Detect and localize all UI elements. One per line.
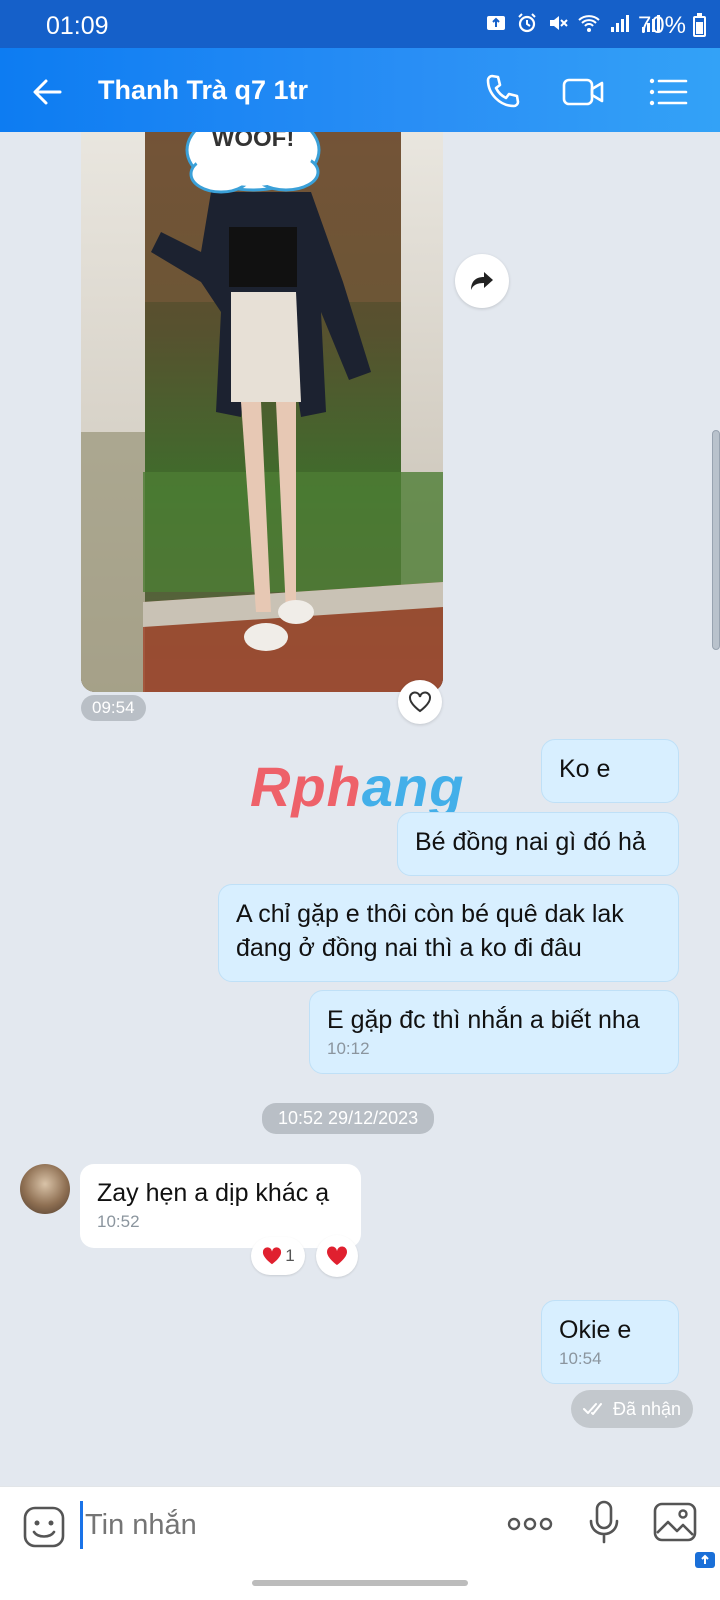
message-text: E gặp đc thì nhắn a biết nha <box>327 1006 640 1034</box>
heart-filled-icon <box>326 1246 348 1265</box>
incoming-message[interactable]: Zay hẹn a dịp khác ạ 10:52 <box>80 1164 361 1248</box>
message-text: A chỉ gặp e thôi còn bé quê dak lak <box>236 900 624 928</box>
back-arrow-icon[interactable] <box>28 72 68 112</box>
woof-sticker: WOOF! <box>185 132 321 194</box>
chat-header: Thanh Trà q7 1tr <box>0 48 720 132</box>
message-list[interactable]: WOOF! 09:54 Rphang Ko e Bé đồng nai gì đ… <box>0 132 720 1486</box>
delivery-status-text: Đã nhận <box>613 1398 682 1419</box>
heart-filled-icon <box>263 1247 282 1265</box>
status-time: 01:09 <box>46 12 109 40</box>
message-text: Bé đồng nai gì đó hả <box>415 828 646 856</box>
double-check-icon <box>583 1403 602 1415</box>
status-bar: 01:09 70% <box>0 0 720 48</box>
photo-image: WOOF! <box>81 132 443 692</box>
message-text: Okie e <box>559 1316 632 1344</box>
outgoing-message[interactable]: A chỉ gặp e thôi còn bé quê dak lak đang… <box>218 884 679 982</box>
avatar[interactable] <box>20 1164 70 1214</box>
upload-badge-icon <box>695 1552 715 1568</box>
date-separator: 10:52 29/12/2023 <box>262 1103 435 1134</box>
wifi-icon <box>578 15 600 32</box>
outgoing-message[interactable]: Ko e <box>541 739 679 803</box>
message-text: Ko e <box>559 755 611 783</box>
upload-icon <box>487 16 505 30</box>
message-time: 10:12 <box>327 1039 370 1058</box>
home-indicator[interactable] <box>252 1580 468 1586</box>
forward-button[interactable] <box>455 254 509 308</box>
menu-list-icon[interactable] <box>646 70 690 114</box>
more-options-icon[interactable] <box>506 1509 554 1539</box>
battery-percent: 70% <box>637 12 686 39</box>
reaction-summary[interactable]: 1 <box>251 1237 305 1275</box>
scrollbar[interactable] <box>712 430 720 650</box>
image-gallery-icon[interactable] <box>652 1501 698 1543</box>
outgoing-message[interactable]: Bé đồng nai gì đó hả <box>397 812 679 876</box>
alarm-icon <box>518 13 536 33</box>
photo-timestamp: 09:54 <box>81 695 146 721</box>
sticker-text: WOOF! <box>212 132 295 152</box>
message-input[interactable] <box>80 1501 460 1549</box>
message-text: đang ở đồng nai thì a ko đi đâu <box>236 934 582 962</box>
message-text: Zay hẹn a dịp khác ạ <box>97 1179 330 1207</box>
outgoing-message[interactable]: Okie e 10:54 <box>541 1300 679 1384</box>
reaction-count: 1 <box>285 1246 295 1265</box>
video-call-icon[interactable] <box>560 70 608 114</box>
react-heart-button[interactable] <box>398 680 442 724</box>
delivery-status-badge: Đã nhận <box>571 1390 694 1428</box>
photo-message[interactable]: WOOF! <box>81 132 443 692</box>
phone-icon[interactable] <box>480 70 524 114</box>
status-icons <box>485 12 662 34</box>
share-arrow-icon <box>471 272 493 290</box>
mute-icon <box>550 16 568 30</box>
emoji-sticker-icon[interactable] <box>22 1505 66 1549</box>
react-heart-button[interactable] <box>316 1235 358 1277</box>
outgoing-message[interactable]: E gặp đc thì nhắn a biết nha 10:12 <box>309 990 679 1074</box>
battery-icon <box>693 13 706 37</box>
heart-outline-icon <box>409 691 431 713</box>
microphone-icon[interactable] <box>584 1499 624 1545</box>
signal-icon <box>611 15 629 32</box>
contact-name[interactable]: Thanh Trà q7 1tr <box>98 75 308 106</box>
watermark-logo: Rphang <box>250 755 465 818</box>
message-time: 10:52 <box>97 1212 140 1231</box>
message-time: 10:54 <box>559 1349 602 1368</box>
